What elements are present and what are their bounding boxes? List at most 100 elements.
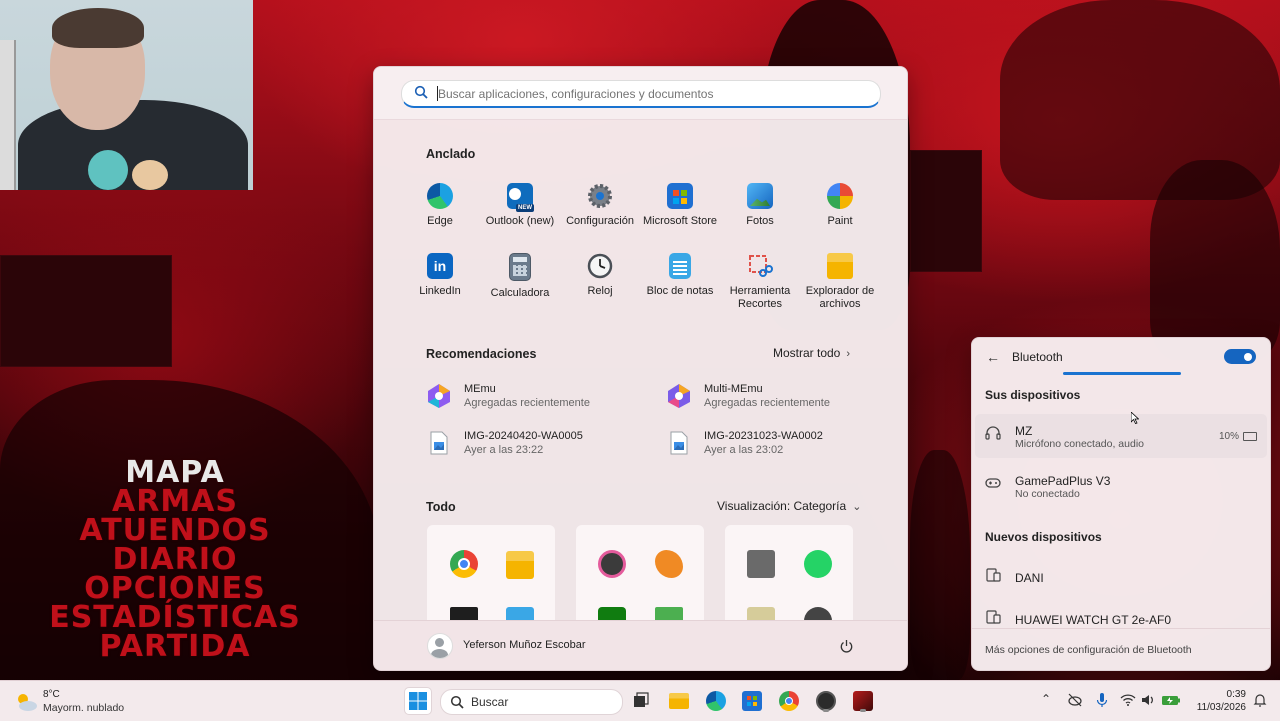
your-devices-heading: Sus dispositivos (985, 388, 1081, 402)
more-bluetooth-settings-link[interactable]: Más opciones de configuración de Bluetoo… (985, 644, 1192, 656)
recommended-item[interactable]: Multi-MEmu Agregadas recientemente (666, 379, 886, 415)
app-label: Edge (427, 215, 453, 227)
taskbar-chrome[interactable] (776, 688, 802, 714)
start-search-box[interactable] (401, 80, 881, 108)
app-label: Explorador de archivos (805, 285, 875, 310)
taskbar-search[interactable]: Buscar (440, 689, 623, 715)
pinned-app-file-explorer[interactable]: Explorador de archivos (798, 253, 882, 311)
app-label: Herramienta Recortes (729, 285, 791, 310)
weather-desc: Mayorm. nublado (43, 702, 125, 714)
chevron-right-icon: › (846, 348, 851, 360)
start-search-area (374, 67, 907, 120)
pinned-app-snipping-tool[interactable]: Herramienta Recortes (718, 253, 802, 311)
back-arrow-icon[interactable]: ← (986, 349, 1000, 365)
taskbar-file-explorer[interactable] (666, 688, 692, 714)
task-view-button[interactable] (628, 688, 654, 714)
recommended-item[interactable]: IMG-20231023-WA0002 Ayer a las 23:02 (666, 426, 886, 462)
recommended-item[interactable]: MEmu Agregadas recientemente (426, 379, 646, 415)
battery-level: 10% (1218, 431, 1239, 442)
bluetooth-footer: Más opciones de configuración de Bluetoo… (972, 628, 1270, 670)
category-folder[interactable] (576, 525, 704, 635)
chrome-icon (450, 550, 478, 578)
taskbar-obs[interactable] (813, 688, 839, 714)
device-name: HUAWEI WATCH GT 2e-AF0 (1015, 613, 1172, 627)
pinned-app-outlook[interactable]: NEW Outlook (new) (478, 183, 562, 228)
device-status: No conectado (1015, 488, 1080, 500)
sync-off-icon[interactable] (1067, 692, 1083, 708)
recommended-name: MEmu (464, 383, 496, 395)
taskbar-store[interactable] (739, 688, 765, 714)
device-status: Micrófono conectado, audio (1015, 438, 1144, 450)
task-view-icon (634, 692, 649, 707)
paint-icon (827, 183, 853, 209)
headset-icon (985, 426, 1001, 440)
recommended-name: IMG-20231023-WA0002 (704, 430, 823, 442)
folder-icon (827, 253, 853, 279)
all-apps-title: Todo (426, 500, 456, 514)
pinned-app-settings[interactable]: Configuración (558, 183, 642, 228)
pinned-app-edge[interactable]: Edge (398, 183, 482, 228)
taskbar-search-label: Buscar (471, 695, 509, 709)
category-folder[interactable] (427, 525, 555, 635)
calculator-icon (509, 253, 531, 281)
app-label: Microsoft Store (643, 215, 717, 227)
start-user-bar: Yeferson Muñoz Escobar (374, 620, 907, 670)
weather-widget[interactable]: 8°C Mayorm. nublado (14, 688, 154, 716)
game-icon (747, 550, 775, 578)
clock-date: 11/03/2026 (1196, 702, 1246, 713)
chrome-icon (779, 691, 799, 711)
store-icon (742, 691, 762, 711)
chevron-down-icon: ⌄ (852, 501, 862, 513)
avatar[interactable] (427, 633, 453, 659)
app-label: Fotos (746, 215, 774, 227)
pinned-app-clock[interactable]: Reloj (558, 253, 642, 298)
pinned-app-calculator[interactable]: Calculadora (478, 253, 562, 300)
recommended-item[interactable]: IMG-20240420-WA0005 Ayer a las 23:22 (426, 426, 646, 462)
game-menu-options: Opciones (84, 571, 266, 606)
photos-icon (747, 183, 773, 209)
pinned-app-store[interactable]: Microsoft Store (638, 183, 722, 228)
category-folder[interactable] (725, 525, 853, 635)
pinned-title: Anclado (426, 147, 476, 161)
game-menu: Mapa Armas Atuendos Diario Opciones Esta… (40, 458, 310, 664)
start-search-input[interactable] (436, 84, 870, 104)
device-item-dani[interactable]: DANI (975, 556, 1267, 600)
partly-cloudy-icon (18, 694, 37, 711)
pinned-app-paint[interactable]: Paint (798, 183, 882, 228)
app-label: Configuración (566, 215, 634, 227)
user-name[interactable]: Yeferson Muñoz Escobar (463, 639, 586, 651)
linkedin-icon: in (427, 253, 453, 279)
taskbar-game[interactable] (850, 688, 876, 714)
app-label: Paint (827, 215, 853, 227)
device-item-mz[interactable]: MZ Micrófono conectado, audio 10% (975, 414, 1267, 458)
start-button[interactable] (405, 688, 431, 714)
pinned-app-linkedin[interactable]: in LinkedIn (398, 253, 482, 298)
game-menu-weapons: Armas (112, 484, 238, 519)
weather-temp: 8°C (43, 689, 60, 700)
microphone-icon[interactable] (1094, 692, 1110, 708)
device-icon (986, 610, 1001, 624)
taskbar-clock[interactable]: 0:39 11/03/2026 (1188, 688, 1246, 714)
power-icon[interactable] (839, 639, 854, 654)
app-label: LinkedIn (419, 285, 461, 297)
recommended-sub: Ayer a las 23:22 (464, 444, 544, 456)
notifications-icon[interactable] (1252, 692, 1268, 708)
search-icon (414, 85, 428, 99)
multi-memu-icon (668, 384, 690, 408)
running-indicator (823, 709, 829, 712)
pinned-app-photos[interactable]: Fotos (718, 183, 802, 228)
memu-icon (428, 384, 450, 408)
view-category-dropdown[interactable]: Visualización: Categoría ⌄ (717, 499, 861, 513)
recommended-sub: Agregadas recientemente (704, 397, 830, 409)
taskbar-edge[interactable] (703, 688, 729, 714)
wifi-icon[interactable] (1120, 692, 1136, 708)
battery-charging-icon[interactable] (1161, 692, 1181, 708)
chevron-up-icon[interactable]: ⌃ (1041, 692, 1057, 708)
pinned-app-notepad[interactable]: Bloc de notas (638, 253, 722, 298)
show-all-button[interactable]: Mostrar todo › (773, 346, 850, 360)
text-caret (437, 86, 438, 101)
device-item-gamepad[interactable]: GamePadPlus V3 No conectado (975, 464, 1267, 508)
volume-icon[interactable] (1140, 692, 1156, 708)
game-menu-game: Partida (99, 629, 251, 664)
bluetooth-toggle[interactable] (1224, 349, 1256, 364)
